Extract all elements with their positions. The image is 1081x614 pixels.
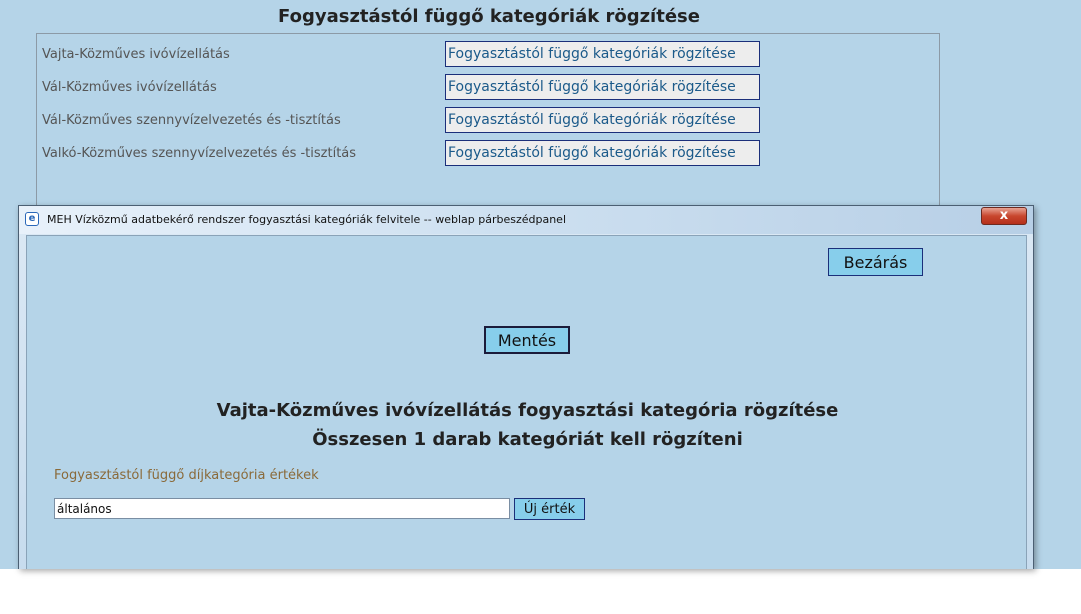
ie-page-icon: e — [25, 212, 39, 226]
row-label-val-sewage: Vál-Közműves szennyvízelvezetés és -tisz… — [42, 113, 341, 128]
dialog-content: Bezárás Mentés Vajta-Közműves ivóvízellá… — [26, 235, 1027, 569]
record-categories-button-vajta[interactable]: Fogyasztástól függő kategóriák rögzítése — [445, 41, 760, 67]
dialog-titlebar[interactable]: e MEH Vízközmű adatbekérő rendszer fogya… — [19, 206, 1033, 234]
category-value-input[interactable] — [54, 498, 510, 519]
page-title: Fogyasztástól függő kategóriák rögzítése — [278, 6, 700, 27]
category-list-panel: Vajta-Közműves ivóvízellátás Fogyasztást… — [36, 33, 940, 223]
record-categories-button-valko-sewage[interactable]: Fogyasztástól függő kategóriák rögzítése — [445, 140, 760, 166]
row-label-val-water: Vál-Közműves ivóvízellátás — [42, 80, 217, 95]
dialog-title: MEH Vízközmű adatbekérő rendszer fogyasz… — [47, 213, 567, 226]
close-x-icon[interactable]: x — [981, 207, 1027, 225]
row-label-vajta: Vajta-Közműves ivóvízellátás — [42, 47, 230, 62]
record-categories-button-val-sewage[interactable]: Fogyasztástól függő kategóriák rögzítése — [445, 107, 760, 133]
dialog-subheading: Összesen 1 darab kategóriát kell rögzíte… — [312, 429, 743, 450]
row-label-valko-sewage: Valkó-Közműves szennyvízelvezetés és -ti… — [42, 146, 357, 161]
values-label: Fogyasztástól függő díjkategória értékek — [54, 468, 319, 483]
new-value-button[interactable]: Új érték — [514, 498, 585, 520]
record-categories-button-val-water[interactable]: Fogyasztástól függő kategóriák rögzítése — [445, 74, 760, 100]
save-button[interactable]: Mentés — [484, 326, 570, 354]
dialog-window: e MEH Vízközmű adatbekérő rendszer fogya… — [18, 205, 1034, 569]
dialog-heading: Vajta-Közműves ivóvízellátás fogyasztási… — [216, 400, 839, 421]
close-button[interactable]: Bezárás — [828, 248, 923, 276]
